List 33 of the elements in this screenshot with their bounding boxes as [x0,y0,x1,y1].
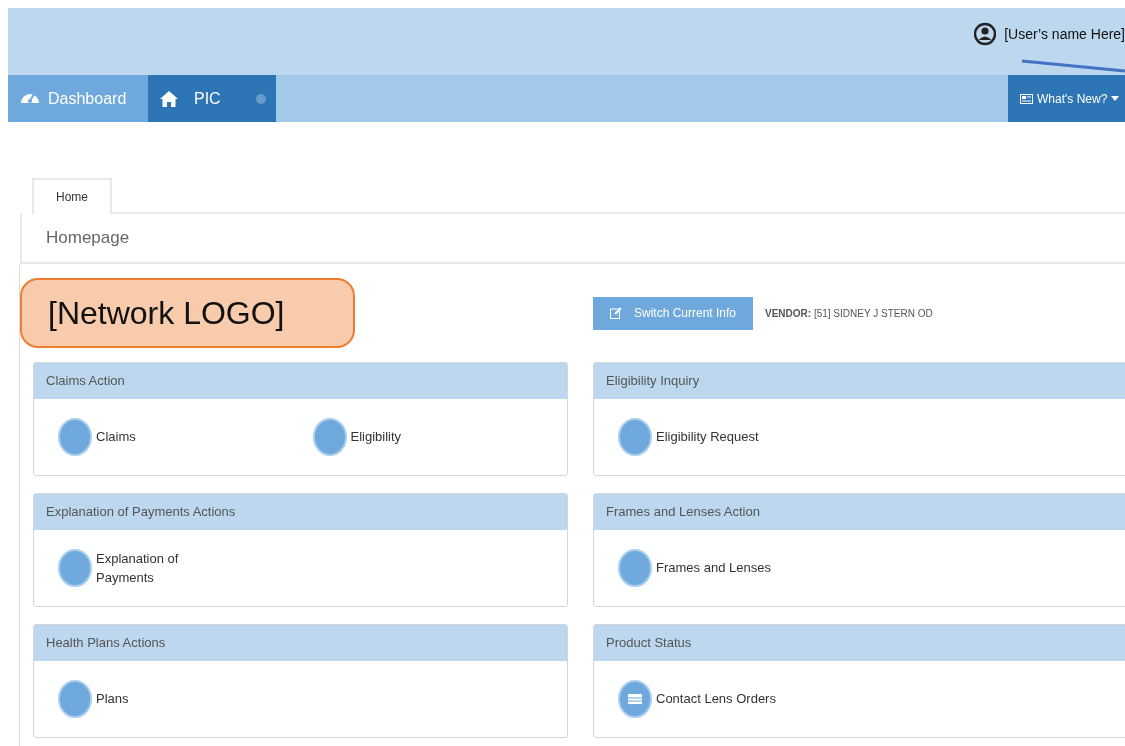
circle-icon [312,418,347,456]
action-link[interactable]: Claims [58,418,136,456]
panel-title: Eligibility Inquiry [606,372,700,391]
user-icon[interactable] [974,22,997,46]
action-link[interactable]: Contact Lens Orders [618,680,776,718]
action-link[interactable]: Eligibility [312,418,402,456]
page-title: Homepage [46,227,130,250]
page-tab[interactable]: Home [32,178,112,214]
action-link[interactable]: Explanation of Payments [58,548,186,588]
action-link[interactable]: Frames and Lenses [618,549,771,587]
nav-tab[interactable]: PIC [148,75,276,122]
vendor-label: VENDOR: [51] SIDNEY J STERN OD [765,306,933,321]
network-logo: [Network LOGO] [20,278,355,348]
edit-icon [609,307,622,319]
circle-icon [618,549,652,587]
panel-title: Health Plans Actions [46,634,166,653]
newspaper-icon [1020,93,1033,104]
whats-new-button[interactable]: What's New? [1008,75,1125,122]
circle-icon [58,680,92,718]
circle-icon [618,418,652,456]
circle-icon [58,549,92,587]
panel-title: Explanation of Payments Actions [46,503,236,522]
list-icon [618,680,652,718]
user-name[interactable]: [User’s name Here] [1004,23,1125,45]
caret-icon [1111,96,1120,101]
action-link[interactable]: Eligibility Request [618,418,759,456]
circle-icon [58,418,92,456]
home-icon [160,90,178,107]
panel-title: Product Status [606,634,692,653]
panel-title: Frames and Lenses Action [606,503,760,522]
action-link[interactable]: Plans [58,680,129,718]
gauge-icon [20,93,40,104]
panel-title: Claims Action [46,372,125,391]
